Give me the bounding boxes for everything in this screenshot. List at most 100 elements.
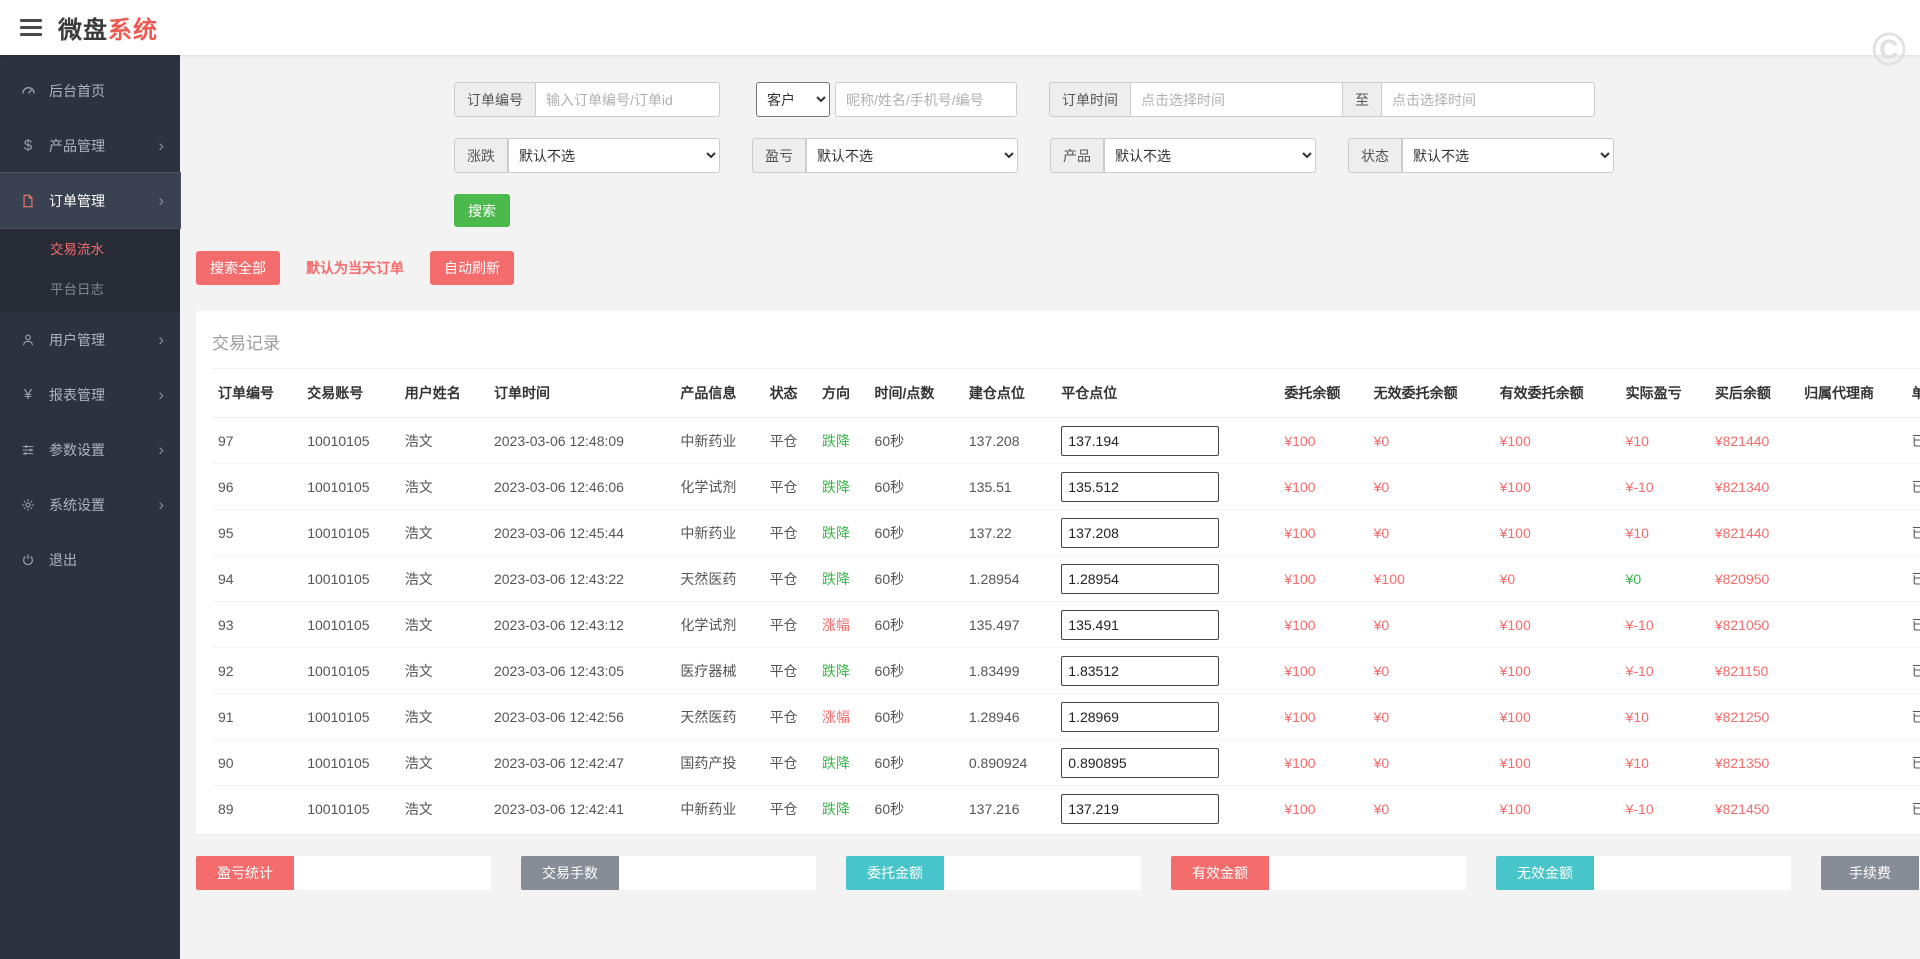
cell-open-price: 137.216 — [968, 800, 1020, 817]
close-price-input[interactable] — [1061, 747, 1220, 778]
col-product: 产品信息 — [674, 369, 764, 418]
sidebar-subitem-platform-log[interactable]: 平台日志 — [0, 270, 180, 310]
cell-invalid-entrust: ¥100 — [1367, 555, 1494, 602]
auto-refresh-button[interactable]: 自动刷新 — [430, 251, 514, 285]
cell-actual-pl: ¥10 — [1619, 693, 1709, 740]
to-label: 至 — [1342, 82, 1382, 117]
cell-username: 浩文 — [398, 417, 488, 464]
cell-duration: 60秒 — [868, 647, 963, 694]
customer-input[interactable] — [835, 82, 1017, 117]
cell-entrust: ¥100 — [1278, 693, 1368, 740]
cell-order-time: 2023-03-06 12:43:22 — [487, 555, 675, 602]
col-direction: 方向 — [816, 369, 869, 418]
cell-username: 浩文 — [398, 555, 488, 602]
updown-group: 涨跌 默认不选 — [454, 138, 720, 173]
invalid-amount-group: 无效金额 — [1496, 855, 1791, 890]
invalid-amount-label[interactable]: 无效金额 — [1496, 855, 1594, 890]
trade-table: 订单编号 交易账号 用户姓名 订单时间 产品信息 状态 方向 时间/点数 建仓点… — [212, 369, 1920, 832]
cell-control: 已平仓 — [1905, 555, 1920, 602]
close-price-input[interactable] — [1061, 471, 1220, 502]
sidebar-item-users[interactable]: 用户管理 › — [0, 312, 180, 367]
sidebar-item-system-settings[interactable]: 系统设置 › — [0, 477, 180, 532]
cell-entrust: ¥100 — [1284, 800, 1316, 817]
lots-label[interactable]: 交易手数 — [521, 855, 619, 890]
col-duration: 时间/点数 — [868, 369, 963, 418]
cell-valid-entrust: ¥100 — [1493, 601, 1620, 648]
invalid-amount-value[interactable] — [1594, 855, 1791, 890]
table-row: 94 10010105 浩文 2023-03-06 12:43:22 天然医药 … — [212, 555, 1920, 602]
order-time-start-input[interactable] — [1131, 82, 1343, 117]
sidebar-item-parameters[interactable]: 参数设置 › — [0, 422, 180, 477]
col-open-price: 建仓点位 — [962, 369, 1056, 418]
cell-order-no: 94 — [212, 555, 302, 602]
cell-agent — [1798, 417, 1906, 464]
sidebar-item-dashboard[interactable]: 后台首页 — [0, 63, 180, 118]
status-group: 状态 默认不选 — [1348, 138, 1614, 173]
close-price-input[interactable] — [1061, 655, 1220, 686]
cell-balance-after: ¥821450 — [1714, 800, 1770, 817]
chevron-right-icon: › — [158, 136, 164, 155]
cell-close-price — [1055, 555, 1279, 602]
lots-value[interactable] — [619, 855, 816, 890]
cell-duration: 60秒 — [868, 601, 963, 648]
sidebar-item-reports[interactable]: ¥ 报表管理 › — [0, 367, 180, 422]
cell-close-price — [1055, 739, 1279, 786]
close-price-input[interactable] — [1061, 517, 1220, 548]
close-price-input[interactable] — [1061, 425, 1220, 456]
order-time-end-input[interactable] — [1381, 82, 1595, 117]
close-price-input[interactable] — [1061, 793, 1220, 824]
close-price-input[interactable] — [1061, 563, 1220, 594]
cell-product: 中新药业 — [674, 417, 764, 464]
cell-product: 化学试剂 — [674, 463, 764, 510]
cell-username: 浩文 — [404, 800, 433, 817]
order-no-input[interactable] — [536, 82, 720, 117]
pl-stat-value[interactable] — [294, 855, 491, 890]
menu-toggle-icon[interactable] — [20, 19, 42, 36]
cell-direction: 跌降 — [816, 509, 869, 556]
sidebar-item-orders[interactable]: 订单管理 › — [0, 172, 181, 229]
trade-table-head: 订单编号 交易账号 用户姓名 订单时间 产品信息 状态 方向 时间/点数 建仓点… — [212, 369, 1920, 418]
cell-valid-entrust: ¥100 — [1493, 693, 1620, 740]
status-select[interactable]: 默认不选 — [1402, 138, 1614, 173]
profit-select[interactable]: 默认不选 — [806, 138, 1018, 173]
product-select[interactable]: 默认不选 — [1104, 138, 1316, 173]
cell-product: 中新药业 — [680, 800, 737, 817]
cell-entrust: ¥100 — [1278, 463, 1368, 510]
sidebar: 后台首页 $ 产品管理 › 订单管理 › 交易流水 平台日志 用户管理 › ¥ — [0, 55, 181, 959]
cell-order-no: 91 — [212, 693, 302, 740]
sidebar-item-products[interactable]: $ 产品管理 › — [0, 118, 180, 173]
close-price-input[interactable] — [1061, 701, 1220, 732]
default-today-button[interactable]: 默认为当天订单 — [306, 251, 404, 285]
sidebar-item-label: 后台首页 — [49, 82, 105, 99]
cell-order-no: 95 — [212, 509, 302, 556]
order-time-group: 订单时间 至 — [1049, 82, 1595, 117]
valid-amount-value[interactable] — [1269, 855, 1466, 890]
panel-title: 交易记录 — [212, 325, 1920, 369]
order-time-label: 订单时间 — [1049, 82, 1131, 117]
header-row: 订单编号 交易账号 用户姓名 订单时间 产品信息 状态 方向 时间/点数 建仓点… — [212, 369, 1920, 418]
table-row: 91 10010105 浩文 2023-03-06 12:42:56 天然医药 … — [212, 693, 1920, 740]
search-button[interactable]: 搜索 — [454, 194, 510, 227]
sidebar-subitem-trade-flow[interactable]: 交易流水 — [0, 230, 180, 270]
sidebar-item-logout[interactable]: 退出 — [0, 532, 180, 587]
table-row: 89 10010105 浩文 2023-03-06 12:42:41 中新药业 … — [212, 786, 1920, 832]
sidebar-item-label: 参数设置 — [49, 441, 105, 458]
cell-open-price: 1.83499 — [962, 647, 1056, 694]
close-price-input[interactable] — [1061, 609, 1220, 640]
customer-type-select[interactable]: 客户 — [756, 82, 830, 117]
cell-balance-after: ¥821050 — [1708, 601, 1799, 648]
fee-label[interactable]: 手续费 — [1821, 855, 1919, 890]
cell-entrust: ¥100 — [1278, 417, 1368, 464]
col-order-time: 订单时间 — [487, 369, 675, 418]
cell-control: 已平仓 — [1905, 509, 1920, 556]
updown-select[interactable]: 默认不选 — [508, 138, 720, 173]
cell-agent — [1798, 463, 1906, 510]
entrust-amount-value[interactable] — [944, 855, 1141, 890]
fee-group: 手续费 — [1821, 855, 1920, 890]
pl-stat-label[interactable]: 盈亏统计 — [196, 855, 294, 890]
entrust-amount-label[interactable]: 委托金额 — [846, 855, 944, 890]
cell-username: 浩文 — [398, 647, 488, 694]
cell-account: 10010105 — [307, 800, 370, 817]
search-all-button[interactable]: 搜索全部 — [196, 251, 280, 285]
valid-amount-label[interactable]: 有效金额 — [1171, 855, 1269, 890]
